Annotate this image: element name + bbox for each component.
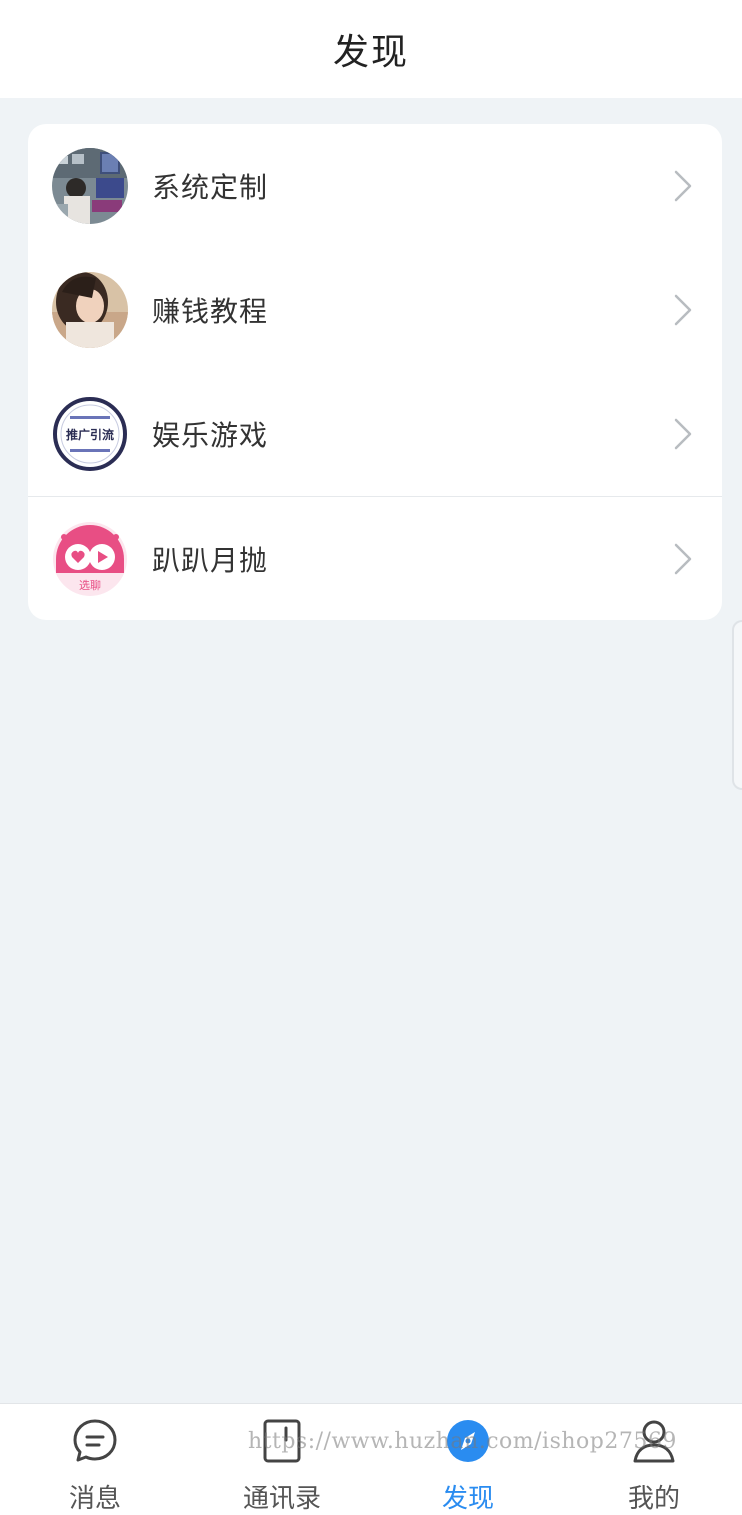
bottom-tab-bar: 消息 通讯录 发现 我的 https://www.huzhan.com/isho… bbox=[0, 1403, 742, 1515]
tab-messages[interactable]: 消息 bbox=[35, 1418, 155, 1514]
menu-item-monthly[interactable]: 选聊 趴趴月抛 bbox=[28, 496, 722, 620]
chevron-right-icon bbox=[674, 294, 692, 326]
chevron-right-icon bbox=[674, 418, 692, 450]
floating-side-handle[interactable] bbox=[732, 620, 742, 790]
promo-badge-text: 推广引流 bbox=[66, 427, 114, 442]
tab-label: 发现 bbox=[441, 1484, 494, 1514]
menu-item-label: 系统定制 bbox=[152, 171, 269, 204]
page-title: 发现 bbox=[332, 32, 409, 73]
menu-item-entertainment-games[interactable]: 推广引流 娱乐游戏 bbox=[28, 372, 722, 496]
menu-item-earn-tutorial[interactable]: 赚钱教程 bbox=[28, 248, 722, 372]
message-bubble-icon bbox=[73, 1419, 117, 1462]
discover-menu-card: 系统定制 赚钱教程 推广引流 娱乐游戏 选聊 趴趴月抛 bbox=[28, 124, 722, 620]
chat-app-logo-text: 选聊 bbox=[79, 578, 101, 592]
chevron-right-icon bbox=[674, 170, 692, 202]
tab-label: 通讯录 bbox=[242, 1484, 321, 1514]
earn-money-avatar bbox=[52, 272, 128, 348]
discover-screen: 发现 系统定制 赚钱教程 推广引流 娱乐游戏 选聊 趴趴月抛 消息 通讯录 发现… bbox=[0, 0, 742, 1515]
tab-label: 消息 bbox=[68, 1484, 121, 1514]
promo-badge-avatar: 推广引流 bbox=[52, 396, 128, 472]
menu-item-label: 娱乐游戏 bbox=[152, 419, 269, 452]
system-custom-avatar bbox=[52, 148, 128, 224]
menu-item-label: 赚钱教程 bbox=[152, 295, 269, 328]
watermark-text: https://www.huzhan.com/ishop27569 bbox=[248, 1429, 677, 1454]
menu-item-label: 趴趴月抛 bbox=[152, 544, 269, 577]
top-bar: 发现 bbox=[0, 0, 742, 98]
chat-app-logo: 选聊 bbox=[52, 521, 128, 597]
tab-label: 我的 bbox=[627, 1484, 680, 1514]
menu-item-system-custom[interactable]: 系统定制 bbox=[28, 124, 722, 248]
chevron-right-icon bbox=[674, 543, 692, 575]
